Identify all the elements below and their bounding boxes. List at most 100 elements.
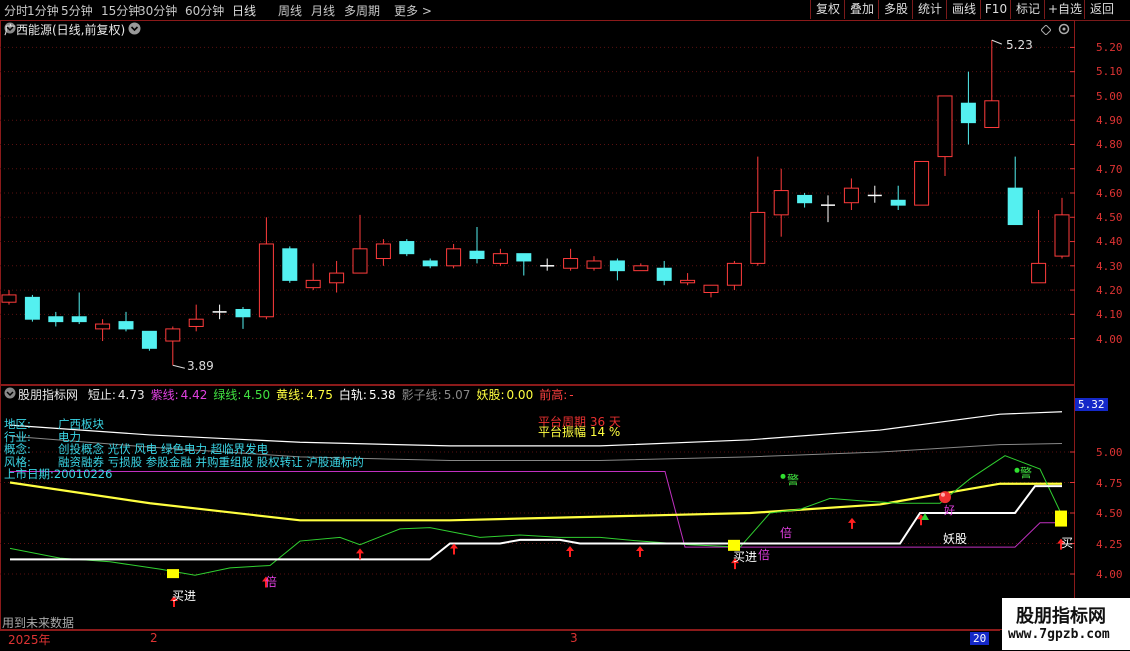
candle-body [773, 190, 789, 216]
period-tab[interactable]: 15分钟 [101, 2, 140, 19]
watermark-name: 股朋指标网 [1016, 606, 1106, 627]
info-value: 20010226 [53, 467, 113, 481]
platform-amplitude: 平台振幅 14 % [538, 425, 621, 439]
price-tick: 4.20 [1096, 284, 1123, 297]
candle-body [71, 316, 87, 323]
candle-body [703, 284, 719, 293]
indicator-tick: 4.50 [1096, 507, 1123, 520]
candle [656, 260, 672, 286]
price-tick: 4.50 [1096, 211, 1123, 225]
candle-body [329, 272, 345, 284]
period-tab[interactable]: 5分钟 [61, 2, 93, 19]
up-arrow-icon [636, 545, 644, 557]
candle-body [24, 296, 40, 320]
period-tab[interactable]: 更多 > [394, 2, 432, 19]
kline-chart[interactable] [0, 20, 1075, 385]
candle [141, 330, 157, 351]
candle [633, 263, 649, 272]
candle [375, 239, 391, 266]
toolbar-button[interactable]: F10 [980, 0, 1011, 19]
toolbar-button[interactable]: 多股 [878, 0, 913, 19]
buy-label: 买 [1061, 536, 1074, 550]
candle [352, 214, 368, 274]
candle [984, 40, 1000, 128]
period-tab[interactable]: 60分钟 [185, 2, 224, 19]
candle [422, 258, 438, 269]
period-tab[interactable]: 日线 [232, 2, 256, 19]
info-key: 上市日期: [4, 467, 54, 481]
candle [1007, 156, 1023, 226]
indicator-tick: 4.00 [1096, 568, 1123, 581]
top-menu-bar: 分时 1分钟 5分钟 15分钟 30分钟 60分钟 日线 周线 月线 多周期 更多 > 复权 叠加 多股… [0, 0, 1130, 21]
year-label: 2025年 [8, 633, 51, 647]
candle-body [1031, 262, 1047, 284]
candle-body [960, 102, 976, 124]
toolbar-button[interactable]: +自选 [1044, 0, 1085, 19]
buy-signal-square [167, 569, 179, 579]
candle [282, 246, 298, 283]
up-arrow-icon [566, 545, 574, 557]
candle [165, 326, 181, 366]
watermark-logo: 股朋指标网 www.7gpzb.com [1002, 598, 1130, 650]
period-tab[interactable]: 1分钟 [27, 2, 59, 19]
candle [235, 307, 251, 329]
period-tab[interactable]: 分时 [4, 2, 28, 19]
candle-body [446, 248, 462, 267]
price-tick: 4.30 [1096, 259, 1123, 273]
candle-body [937, 95, 953, 158]
candle-body [48, 316, 64, 323]
candle-body [422, 260, 438, 267]
bei-label: 倍 [265, 575, 278, 589]
candle-body [914, 160, 930, 206]
period-tab[interactable]: 月线 [311, 2, 335, 19]
period-tab[interactable]: 30分钟 [138, 2, 177, 19]
candle [118, 311, 134, 332]
price-tick: 4.00 [1096, 332, 1123, 346]
toolbar-button[interactable]: 画线 [946, 0, 981, 19]
candle [258, 217, 274, 320]
info-row: 上市日期:20010226 [4, 466, 112, 482]
candle [960, 71, 976, 145]
candle-body [95, 323, 111, 330]
price-tick: 5.20 [1096, 41, 1123, 54]
period-tab[interactable]: 周线 [278, 2, 302, 19]
price-tick: 4.90 [1096, 113, 1123, 127]
up-arrow-icon [450, 543, 458, 555]
price-tick: 5.10 [1096, 65, 1123, 79]
up-arrow-icon [848, 517, 856, 529]
toolbar-button[interactable]: 复权 [810, 0, 845, 19]
candle-body [118, 321, 134, 330]
candle [750, 156, 766, 266]
candle-body [469, 250, 485, 260]
toolbar-button[interactable]: 标记 [1010, 0, 1045, 19]
green-line [9, 455, 1063, 576]
bei-label: 倍 [780, 526, 793, 540]
candle-body [375, 243, 391, 260]
indicator-tick: 5.00 [1096, 446, 1123, 459]
bei-label: 倍 [758, 548, 771, 562]
candle-body [399, 241, 415, 255]
candle-body [282, 248, 298, 281]
toolbar-button[interactable]: 叠加 [844, 0, 879, 19]
candle-body [141, 330, 157, 349]
candle-body [165, 328, 181, 342]
low-pointer [172, 364, 185, 369]
candle [1054, 197, 1070, 259]
period-tab[interactable]: 多周期 [344, 2, 380, 19]
candle-body [890, 199, 906, 206]
buy-label: 买进 [172, 589, 197, 603]
toolbar-button[interactable]: 返回 [1084, 0, 1119, 19]
price-tick: 4.60 [1096, 186, 1123, 200]
price-tick: 4.80 [1096, 138, 1123, 152]
yao-stock-label: 妖股 [943, 532, 968, 546]
toolbar-button[interactable]: 统计 [912, 0, 947, 19]
warn-dot [1014, 467, 1020, 473]
current-value-badge: 5.32 [1075, 398, 1108, 411]
candle [212, 304, 227, 320]
candle [609, 258, 625, 281]
candle [469, 226, 485, 264]
indicator-tick: 4.75 [1096, 476, 1123, 490]
future-data-note: 用到未来数据 [2, 616, 75, 630]
current-date-badge: 20 [970, 632, 990, 645]
candle [305, 263, 321, 291]
